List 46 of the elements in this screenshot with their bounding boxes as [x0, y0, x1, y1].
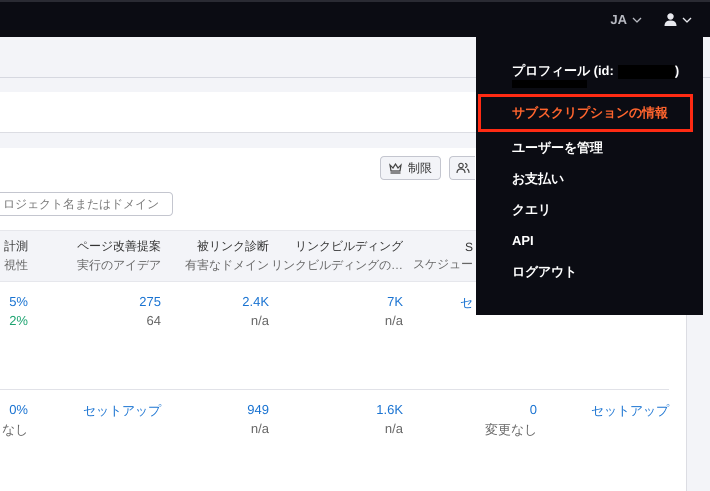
crown-icon [389, 162, 402, 174]
column-header: 計測 [4, 238, 28, 255]
menu-item[interactable]: ログアウト [478, 256, 682, 287]
metric-link[interactable]: セ [460, 294, 473, 312]
menu-item[interactable]: サブスクリプションの情報 [478, 94, 693, 132]
metric-value: 変更なし [485, 421, 537, 439]
metric-value: なし [2, 421, 28, 439]
metric-link[interactable]: 5% [9, 294, 28, 309]
column-header: リンクビルディング [295, 238, 403, 255]
column-subtitle: リンクビルディングの… [271, 257, 403, 274]
column-header: 被リンク診断 [197, 238, 269, 255]
limits-button[interactable]: 制限 [380, 156, 441, 180]
language-dropdown[interactable]: JA [610, 12, 642, 27]
metric-link[interactable]: セットアップ [83, 402, 161, 420]
menu-item[interactable]: API [478, 224, 682, 256]
menu-item[interactable]: プロフィール (id: ) [478, 60, 682, 91]
column-header: ページ改善提案 [77, 238, 161, 255]
metric-link[interactable]: 0% [9, 402, 28, 417]
metric-link[interactable]: 0 [530, 402, 537, 417]
metric-link[interactable]: 275 [139, 294, 161, 309]
metric-link[interactable]: 7K [387, 294, 403, 309]
people-icon [456, 162, 470, 174]
caret-icon [682, 16, 692, 22]
column-subtitle: 視性 [4, 257, 28, 274]
column-subtitle: 有害なドメイン [185, 257, 269, 274]
search-field[interactable]: ロジェクト名またはドメイン [0, 192, 173, 216]
metric-link[interactable]: 1.6K [376, 402, 403, 417]
menu-item[interactable]: ユーザーを管理 [478, 132, 682, 163]
metric-value: n/a [250, 313, 269, 328]
user-menu-button[interactable] [664, 13, 692, 26]
caret-icon [632, 16, 642, 22]
column-header: S [464, 240, 473, 254]
metric-link[interactable]: セットアップ [591, 402, 669, 420]
metric-value: 2% [9, 313, 28, 328]
menu-item[interactable]: クエリ [478, 194, 682, 225]
metric-value: n/a [384, 313, 403, 328]
column-subtitle: スケジュー [413, 256, 473, 272]
users-button[interactable] [449, 156, 475, 180]
user-icon [664, 13, 677, 26]
column-subtitle: 実行のアイデア [77, 257, 161, 274]
metric-value: 64 [146, 313, 161, 328]
metric-value: n/a [384, 421, 403, 436]
menu-item[interactable]: お支払い [478, 162, 682, 194]
metric-link[interactable]: 2.4K [242, 294, 269, 309]
metric-link[interactable]: 949 [247, 402, 269, 417]
metric-value: n/a [250, 421, 269, 436]
